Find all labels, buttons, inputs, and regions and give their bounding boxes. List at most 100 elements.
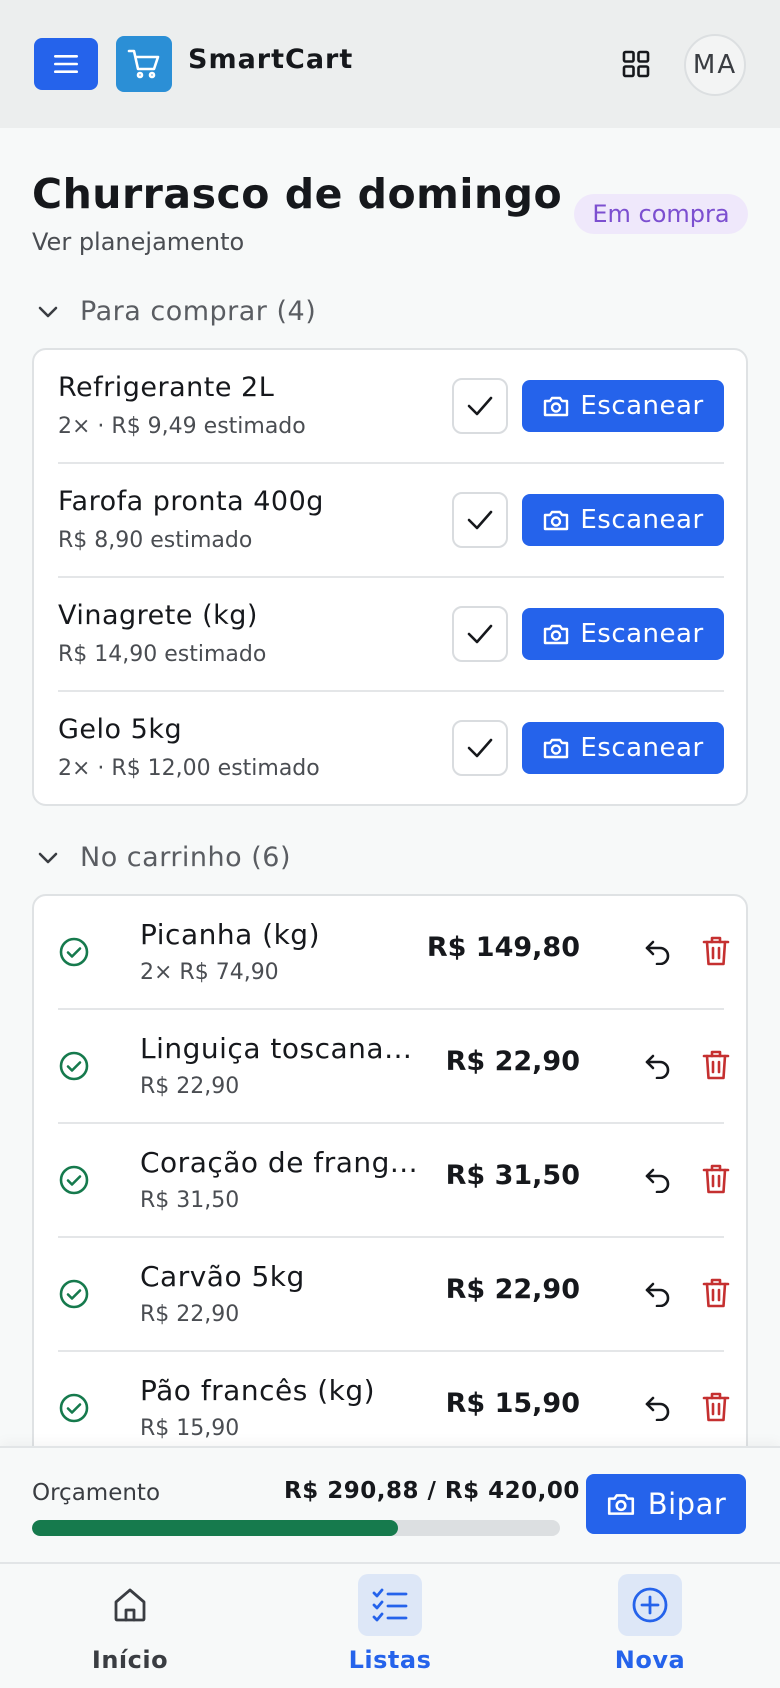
item-total: R$ 22,90 <box>445 1046 580 1077</box>
to-buy-heading: Para comprar (4) <box>80 296 317 327</box>
mark-bought-button[interactable] <box>452 492 508 548</box>
scan-label: Escanear <box>580 733 704 763</box>
scan-label: Escanear <box>580 619 704 649</box>
item-name: Gelo 5kg <box>58 714 183 745</box>
in-cart-section-toggle[interactable]: No carrinho (6) <box>32 842 291 873</box>
undo-button[interactable] <box>642 936 674 968</box>
undo-button[interactable] <box>642 1392 674 1424</box>
scan-button[interactable]: Escanear <box>522 380 724 432</box>
check-icon <box>467 738 493 758</box>
chevron-down-icon <box>38 306 58 317</box>
list-item: Vinagrete (kg) R$ 14,90 estimado Escanea… <box>58 578 724 692</box>
home-icon <box>114 1588 146 1622</box>
camera-icon <box>544 510 569 531</box>
app-title: SmartCart <box>188 44 354 75</box>
app-header: SmartCart MA <box>0 0 780 128</box>
list-item: Linguiça toscana ... R$ 22,90 R$ 22,90 <box>58 1010 730 1124</box>
camera-icon <box>607 1494 634 1515</box>
item-total: R$ 149,80 <box>426 932 580 963</box>
delete-button[interactable] <box>700 1048 732 1082</box>
nav-item-listas[interactable]: Listas <box>310 1574 470 1684</box>
scan-button[interactable]: Escanear <box>522 722 724 774</box>
delete-button[interactable] <box>700 1162 732 1196</box>
camera-icon <box>544 624 569 645</box>
item-total: R$ 15,90 <box>445 1388 580 1419</box>
item-meta: 2× · R$ 12,00 estimado <box>58 756 320 781</box>
to-buy-card: Refrigerante 2L 2× · R$ 9,49 estimado Es… <box>32 348 748 806</box>
mark-bought-button[interactable] <box>452 720 508 776</box>
delete-button[interactable] <box>700 1390 732 1424</box>
user-avatar[interactable]: MA <box>684 34 746 96</box>
check-circle-icon <box>59 1165 89 1195</box>
item-name: Vinagrete (kg) <box>58 600 258 631</box>
trash-icon <box>702 1392 730 1422</box>
to-buy-section-toggle[interactable]: Para comprar (4) <box>32 296 316 327</box>
camera-icon <box>544 396 569 417</box>
bipar-label: Bipar <box>647 1487 727 1521</box>
item-meta: R$ 14,90 estimado <box>58 642 267 667</box>
nav-icon-wrap <box>98 1574 162 1636</box>
budget-values: R$ 290,88 / R$ 420,00 <box>284 1478 580 1504</box>
list-item: Gelo 5kg 2× · R$ 12,00 estimado Escanear <box>58 692 724 806</box>
check-icon <box>467 624 493 644</box>
check-icon <box>467 396 493 416</box>
item-meta: R$ 22,90 <box>140 1074 240 1099</box>
trash-icon <box>702 1278 730 1308</box>
bottom-nav: Início Listas Nova <box>0 1562 780 1688</box>
chevron-down-icon <box>38 852 58 863</box>
nav-item-nova[interactable]: Nova <box>570 1574 730 1684</box>
scan-label: Escanear <box>580 391 704 421</box>
hamburger-icon <box>54 55 78 73</box>
camera-icon <box>544 738 569 759</box>
trash-icon <box>702 936 730 966</box>
app-logo <box>116 36 172 92</box>
list-item: Picanha (kg) 2× R$ 74,90 R$ 149,80 <box>58 896 730 1010</box>
budget-progress-fill <box>32 1520 398 1536</box>
item-meta: 2× R$ 74,90 <box>140 960 279 985</box>
mark-bought-button[interactable] <box>452 606 508 662</box>
item-meta: R$ 31,50 <box>140 1188 240 1213</box>
undo-button[interactable] <box>642 1164 674 1196</box>
nav-icon-wrap <box>358 1574 422 1636</box>
list-item: Refrigerante 2L 2× · R$ 9,49 estimado Es… <box>58 350 724 464</box>
undo-icon <box>645 940 670 965</box>
scan-button[interactable]: Escanear <box>522 608 724 660</box>
list-item: Carvão 5kg R$ 22,90 R$ 22,90 <box>58 1238 730 1352</box>
menu-button[interactable] <box>34 38 98 90</box>
item-meta: R$ 8,90 estimado <box>58 528 253 553</box>
undo-icon <box>645 1282 670 1307</box>
trash-icon <box>702 1164 730 1194</box>
check-circle-icon <box>59 1279 89 1309</box>
nav-item-inicio[interactable]: Início <box>50 1574 210 1684</box>
delete-button[interactable] <box>700 934 732 968</box>
undo-button[interactable] <box>642 1050 674 1082</box>
plus-circle-icon <box>632 1587 668 1623</box>
item-name: Coração de frang... <box>140 1146 419 1179</box>
delete-button[interactable] <box>700 1276 732 1310</box>
item-name: Pão francês (kg) <box>140 1374 376 1407</box>
undo-icon <box>645 1168 670 1193</box>
cart-icon <box>127 49 160 79</box>
nav-label: Listas <box>348 1646 432 1674</box>
mark-bought-button[interactable] <box>452 378 508 434</box>
check-circle-icon <box>59 937 89 967</box>
undo-button[interactable] <box>642 1278 674 1310</box>
planning-link[interactable]: Ver planejamento <box>32 228 244 256</box>
bipar-button[interactable]: Bipar <box>586 1474 746 1534</box>
item-name: Linguiça toscana ... <box>140 1032 420 1065</box>
item-total: R$ 22,90 <box>445 1274 580 1305</box>
status-badge: Em compra <box>574 194 748 234</box>
nav-label: Nova <box>614 1646 686 1674</box>
scan-button[interactable]: Escanear <box>522 494 724 546</box>
item-name: Picanha (kg) <box>140 918 320 951</box>
check-icon <box>467 510 493 530</box>
budget-label: Orçamento <box>32 1480 161 1506</box>
trash-icon <box>702 1050 730 1080</box>
item-name: Carvão 5kg <box>140 1260 305 1293</box>
item-name: Refrigerante 2L <box>58 372 275 403</box>
apps-grid-button[interactable] <box>616 44 656 84</box>
budget-progress-track <box>32 1520 560 1536</box>
in-cart-card: Picanha (kg) 2× R$ 74,90 R$ 149,80 Lingu… <box>32 894 748 1534</box>
list-item: Farofa pronta 400g R$ 8,90 estimado Esca… <box>58 464 724 578</box>
nav-icon-wrap <box>618 1574 682 1636</box>
